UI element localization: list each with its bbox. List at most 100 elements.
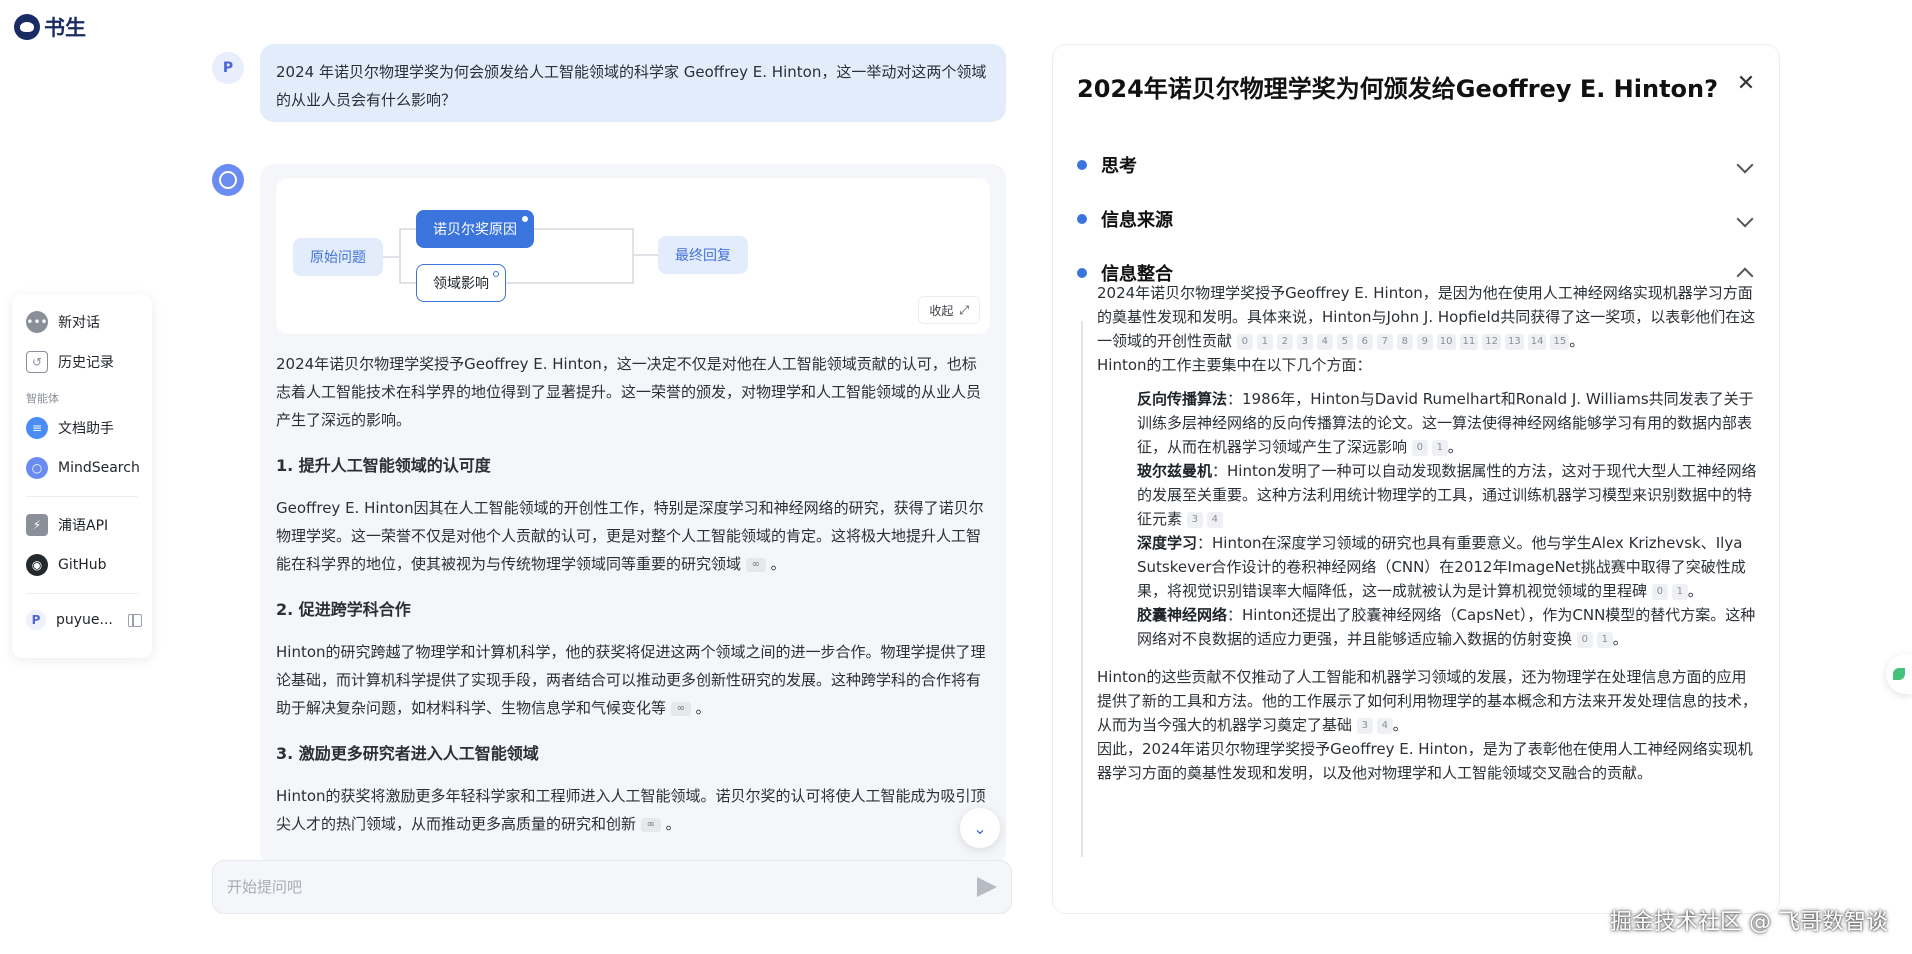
citation-badge[interactable]: 13 xyxy=(1505,333,1524,350)
answer-heading-3: 3. 激励更多研究者进入人工智能领域 xyxy=(276,744,539,763)
mindmap-node-field[interactable]: 领域影响 xyxy=(416,264,506,302)
chevron-down-icon xyxy=(1736,210,1754,228)
paragraph-text: Hinton的这些贡献不仅推动了人工智能和机器学习领域的发展，还为物理学在处理信… xyxy=(1097,668,1758,734)
list-item-term: 胶囊神经网络 xyxy=(1137,606,1228,624)
citation-badge[interactable]: 12 xyxy=(1482,333,1501,350)
citation-badge[interactable]: 1 xyxy=(1431,439,1448,456)
sidebar-item-label: 历史记录 xyxy=(58,355,114,371)
section-label: 思考 xyxy=(1101,156,1137,177)
paragraph-text: Hinton的研究跨越了物理学和计算机科学，他的获奖将促进这两个领域之间的进一步… xyxy=(276,643,986,717)
citation-badge[interactable]: 10 xyxy=(1436,333,1456,350)
sidebar-item-label: GitHub xyxy=(58,557,107,573)
integration-conclusion-1: Hinton的这些贡献不仅推动了人工智能和机器学习领域的发展，还为物理学在处理信… xyxy=(1097,668,1758,734)
collapse-label: 收起 xyxy=(929,303,954,318)
sidebar-item-api[interactable]: ⚡ 浦语API xyxy=(22,505,142,545)
sidebar-user[interactable]: P puyue... xyxy=(22,602,142,638)
citation-badge[interactable]: 1 xyxy=(1596,631,1613,648)
bullet-icon xyxy=(1077,160,1087,170)
chevron-down-icon xyxy=(1736,156,1754,174)
section-sources[interactable]: 信息来源 xyxy=(1077,201,1757,237)
citation-badge[interactable]: 8 xyxy=(1396,333,1413,350)
sidebar-item-new-chat[interactable]: ••• 新对话 xyxy=(22,302,142,342)
citation-badge[interactable]: 7 xyxy=(1376,333,1393,350)
citation-list: 3 4 xyxy=(1356,717,1393,734)
active-dot-icon xyxy=(522,216,528,222)
sidebar-item-document-assistant[interactable]: ≡ 文档助手 xyxy=(22,408,142,448)
contribution-list: 反向传播算法：1986年，Hinton与David Rumelhart和Rona… xyxy=(1097,387,1757,651)
collapse-button[interactable]: 收起 ⤢ xyxy=(918,296,980,324)
citation-badge[interactable]: 0 xyxy=(1236,333,1253,350)
mindmap-node-final[interactable]: 最终回复 xyxy=(658,236,748,274)
citation-badge[interactable]: 1 xyxy=(1256,333,1273,350)
sidebar-item-mindsearch[interactable]: ○ MindSearch xyxy=(22,448,142,488)
citation-badge[interactable]: 0 xyxy=(1411,439,1428,456)
citation-badge[interactable]: 4 xyxy=(1376,717,1393,734)
sidebar-item-label: 新对话 xyxy=(58,315,100,331)
paragraph-text: Geoffrey E. Hinton因其在人工智能领域的开创性工作，特别是深度学… xyxy=(276,499,984,573)
fullscreen-icon: ⤢ xyxy=(959,302,969,317)
citation-badge[interactable]: 11 xyxy=(1459,333,1479,350)
sidebar-toggle-icon[interactable] xyxy=(128,613,142,627)
citation-link-icon[interactable]: ∞ xyxy=(745,557,766,572)
mindmap-node-reason[interactable]: 诺贝尔奖原因 xyxy=(416,210,534,248)
answer-paragraph-3: Hinton的获奖将激励更多年轻科学家和工程师进入人工智能领域。诺贝尔奖的认可将… xyxy=(276,787,986,833)
sidebar-item-github[interactable]: ◉ GitHub xyxy=(22,545,142,585)
answer-heading-1: 1. 提升人工智能领域的认可度 xyxy=(276,456,491,475)
citation-list: 0 1 xyxy=(1411,439,1448,456)
citation-link-icon[interactable]: ∞ xyxy=(670,701,691,716)
user-message: 2024 年诺贝尔物理学奖为何会颁发给人工智能领域的科学家 Geoffrey E… xyxy=(260,44,1006,122)
app-logo[interactable]: 书生 xyxy=(14,12,86,42)
citation-badge[interactable]: 4 xyxy=(1206,511,1223,528)
document-assistant-icon: ≡ xyxy=(26,417,48,439)
citation-badge[interactable]: 5 xyxy=(1336,333,1353,350)
sidebar-item-history[interactable]: ↺ 历史记录 xyxy=(22,342,142,382)
citation-list: 0 1 xyxy=(1576,631,1613,648)
mindmap-node-label: 领域影响 xyxy=(433,276,489,292)
scroll-down-button[interactable]: ⌄ xyxy=(960,808,1000,848)
citation-badge[interactable]: 3 xyxy=(1356,717,1373,734)
sidebar-item-label: 浦语API xyxy=(58,518,109,534)
sidebar-divider xyxy=(26,496,138,497)
history-icon: ↺ xyxy=(26,351,48,373)
citation-badge[interactable]: 9 xyxy=(1416,333,1433,350)
citation-badge[interactable]: 6 xyxy=(1356,333,1373,350)
user-name: puyue... xyxy=(56,612,113,628)
citation-badge[interactable]: 14 xyxy=(1527,333,1547,350)
citation-badge[interactable]: 0 xyxy=(1576,631,1593,648)
answer-paragraph-2: Hinton的研究跨越了物理学和计算机科学，他的获奖将促进这两个领域之间的进一步… xyxy=(276,643,986,717)
list-item-term: 玻尔兹曼机 xyxy=(1137,462,1213,480)
citation-badge[interactable]: 0 xyxy=(1651,583,1668,600)
answer-intro: 2024年诺贝尔物理学奖授予Geoffrey E. Hinton，这一决定不仅是… xyxy=(276,355,982,429)
citation-badge[interactable]: 3 xyxy=(1296,333,1313,350)
bullet-icon xyxy=(1077,214,1087,224)
github-icon: ◉ xyxy=(26,554,48,576)
logo-text: 书生 xyxy=(44,16,86,40)
citation-list: 3 4 xyxy=(1186,511,1223,528)
section-timeline-line xyxy=(1081,321,1083,857)
send-icon[interactable] xyxy=(977,877,997,897)
chat-input[interactable] xyxy=(227,878,977,896)
citation-badge[interactable]: 4 xyxy=(1316,333,1333,350)
watermark: 掘金技术社区 @ 飞哥数智谈 xyxy=(1610,910,1888,935)
citation-badge[interactable]: 1 xyxy=(1671,583,1688,600)
citation-link-icon[interactable]: ∞ xyxy=(640,817,661,832)
close-icon[interactable]: ✕ xyxy=(1735,73,1757,95)
sidebar-item-label: MindSearch xyxy=(58,460,140,476)
list-item: 反向传播算法：1986年，Hinton与David Rumelhart和Rona… xyxy=(1137,390,1754,456)
citation-badge[interactable]: 15 xyxy=(1550,333,1570,350)
citation-badge[interactable]: 3 xyxy=(1186,511,1203,528)
citation-list: 0 1 xyxy=(1651,583,1688,600)
chat-input-bar xyxy=(212,860,1012,914)
assistant-answer-card: 原始问题 诺贝尔奖原因 领域影响 最终回复 收起 ⤢ 2024年诺贝尔物理学奖授… xyxy=(260,164,1006,864)
citation-badge[interactable]: 2 xyxy=(1276,333,1293,350)
logo-mascot-icon xyxy=(14,14,40,40)
integration-intro-2: Hinton的工作主要集中在以下几个方面： xyxy=(1097,356,1372,374)
list-item-term: 反向传播算法 xyxy=(1137,390,1228,408)
mindmap-node-origin[interactable]: 原始问题 xyxy=(293,238,383,276)
section-thinking[interactable]: 思考 xyxy=(1077,147,1757,183)
section-label: 信息来源 xyxy=(1101,210,1173,231)
floating-assistant-button[interactable] xyxy=(1886,654,1912,694)
assistant-avatar-icon xyxy=(212,164,244,196)
integration-conclusion-2: 因此，2024年诺贝尔物理学奖授予Geoffrey E. Hinton，是为了表… xyxy=(1097,740,1753,782)
list-item-text: ：Hinton发明了一种可以自动发现数据属性的方法，这对于现代大型人工神经网络的… xyxy=(1137,462,1757,528)
